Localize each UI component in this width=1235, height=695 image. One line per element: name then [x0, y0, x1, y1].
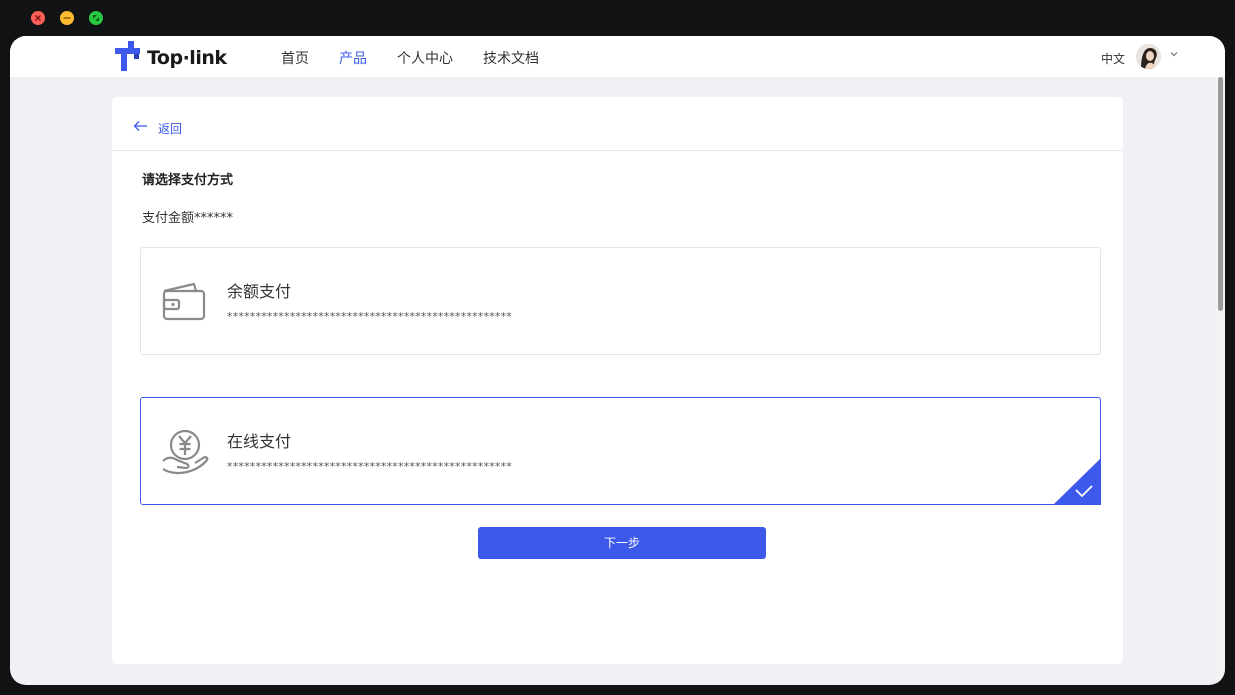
header-divider — [112, 150, 1123, 151]
chevron-down-icon[interactable] — [1170, 50, 1178, 58]
section-title: 请选择支付方式 — [142, 173, 234, 188]
option-description: ****************************************… — [227, 310, 512, 323]
nav-tech-docs[interactable]: 技术文档 — [483, 48, 539, 68]
logo-text: Top·link — [147, 47, 227, 69]
top-navigation-bar: Top·link 首页 产品 个人中心 技术文档 中文 — [10, 36, 1225, 77]
scrollbar-thumb[interactable] — [1218, 77, 1223, 311]
toplink-logo[interactable]: Top·link — [114, 41, 227, 73]
window-minimize-button[interactable] — [60, 11, 74, 25]
nav-personal-center[interactable]: 个人中心 — [397, 48, 453, 68]
nav-products[interactable]: 产品 — [339, 48, 367, 68]
arrow-left-icon — [133, 121, 147, 131]
app-window: Top·link 首页 产品 个人中心 技术文档 中文 返回 请选择支付方式 支… — [10, 36, 1225, 685]
back-label: 返回 — [158, 122, 183, 136]
wallet-icon — [162, 282, 206, 321]
window-close-button[interactable] — [31, 11, 45, 25]
window-maximize-button[interactable] — [89, 11, 103, 25]
next-step-button[interactable]: 下一步 — [478, 527, 766, 559]
yuan-coin-hand-icon — [162, 429, 209, 475]
option-description: ****************************************… — [227, 460, 512, 473]
option-name: 余额支付 — [227, 282, 292, 301]
language-selector[interactable]: 中文 — [1101, 50, 1125, 67]
user-avatar[interactable] — [1136, 44, 1161, 69]
payment-option-online[interactable]: 在线支付 ***********************************… — [140, 397, 1101, 505]
selected-check-corner — [1053, 458, 1101, 505]
option-name: 在线支付 — [227, 432, 292, 451]
nav-home[interactable]: 首页 — [281, 48, 309, 68]
payment-card: 返回 请选择支付方式 支付金额****** 余额支付 *************… — [112, 97, 1123, 664]
payment-amount: 支付金额****** — [142, 211, 234, 226]
toplink-logo-icon — [115, 41, 140, 71]
payment-option-balance[interactable]: 余额支付 ***********************************… — [140, 247, 1101, 355]
